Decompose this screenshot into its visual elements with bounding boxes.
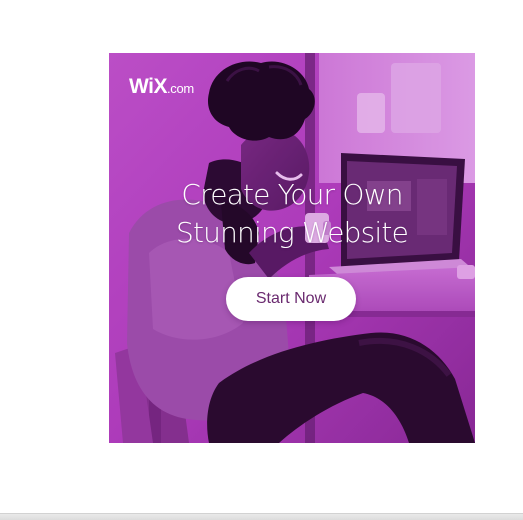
wix-logo-suffix: .com [166, 81, 194, 96]
headline-line-2: Stunning Website [175, 216, 409, 249]
page: WiX.com Create Your Own Stunning Website… [0, 0, 523, 520]
bottom-scroll-edge [0, 513, 523, 520]
headline-line-1: Create Your Own [181, 178, 403, 211]
start-now-button[interactable]: Start Now [226, 277, 356, 321]
ad-headline: Create Your Own Stunning Website [109, 176, 475, 252]
wix-logo: WiX.com [129, 76, 194, 97]
wix-logo-brand: WiX [129, 75, 167, 98]
wix-banner-ad[interactable]: WiX.com Create Your Own Stunning Website… [109, 53, 475, 443]
